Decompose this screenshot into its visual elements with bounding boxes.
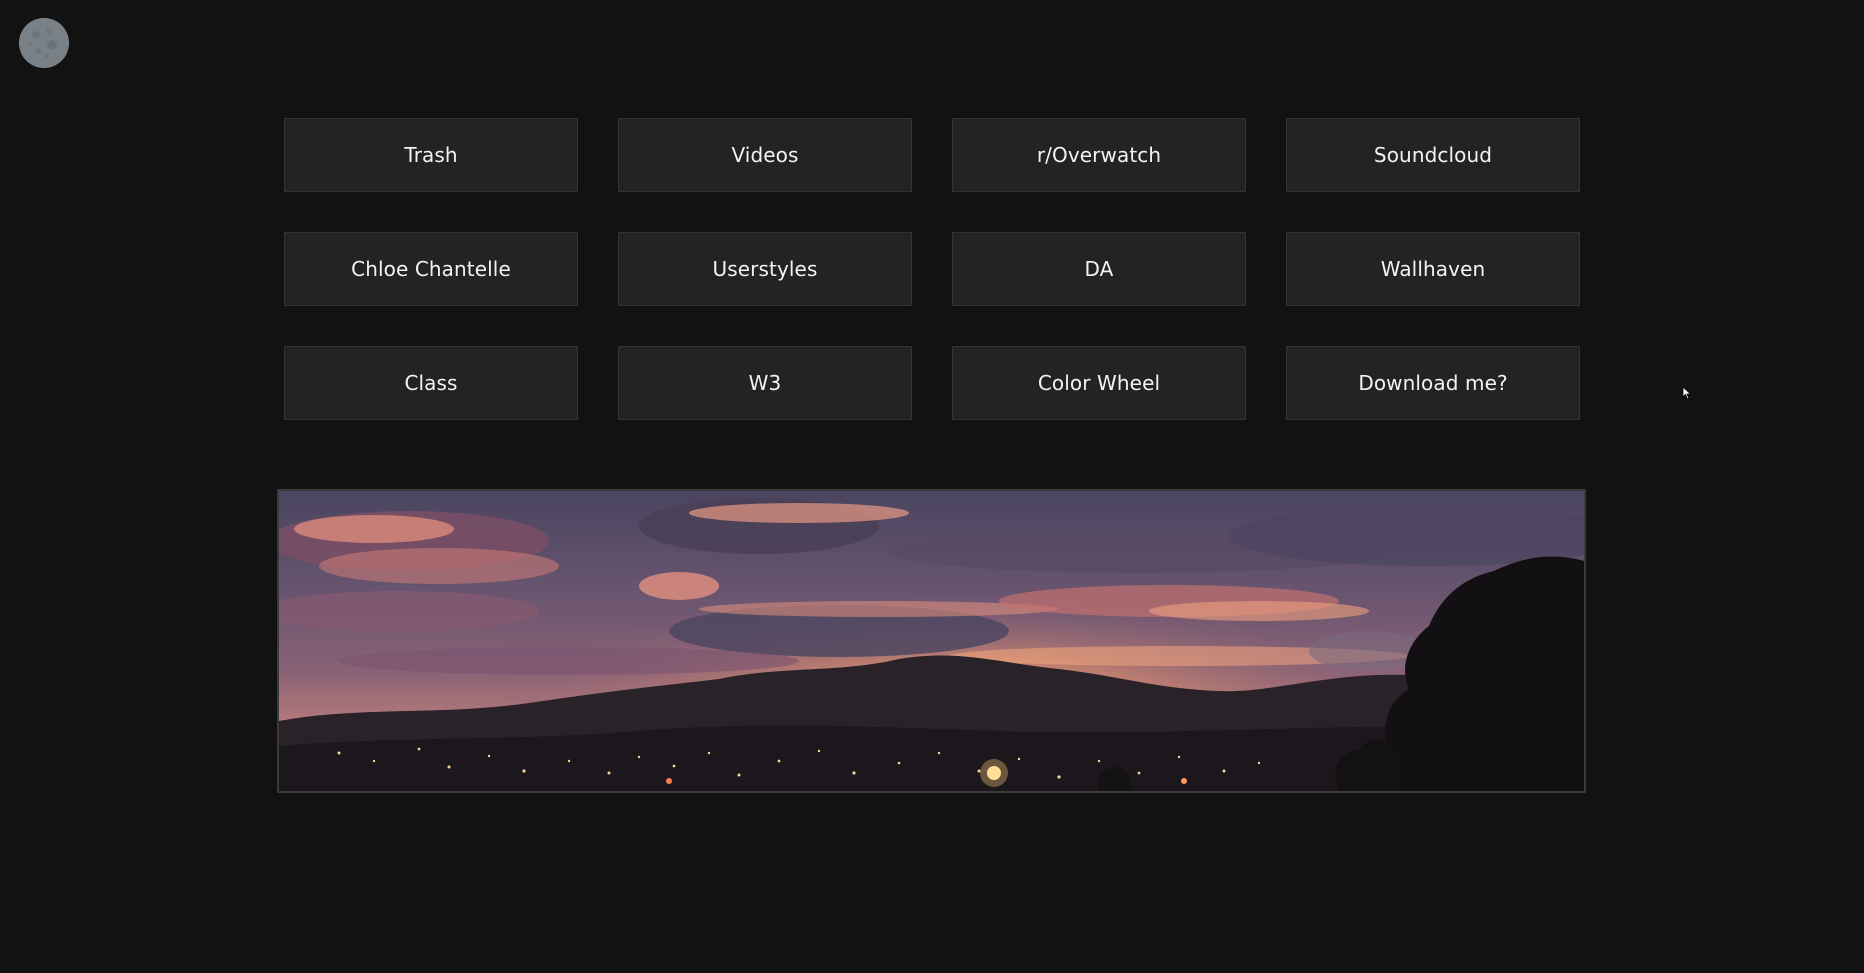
link-userstyles-button[interactable]: Userstyles bbox=[618, 232, 912, 306]
link-overwatch-button[interactable]: r/Overwatch bbox=[952, 118, 1246, 192]
sunset-cityscape-image bbox=[279, 491, 1584, 791]
link-soundcloud-button[interactable]: Soundcloud bbox=[1286, 118, 1580, 192]
link-trash-button[interactable]: Trash bbox=[284, 118, 578, 192]
link-videos-button[interactable]: Videos bbox=[618, 118, 912, 192]
moon-icon bbox=[19, 18, 69, 68]
quick-links-grid: Trash Videos r/Overwatch Soundcloud Chlo… bbox=[284, 118, 1580, 420]
link-download-me-button[interactable]: Download me? bbox=[1286, 346, 1580, 420]
avatar[interactable] bbox=[19, 18, 69, 68]
link-class-button[interactable]: Class bbox=[284, 346, 578, 420]
link-da-button[interactable]: DA bbox=[952, 232, 1246, 306]
mouse-pointer-icon bbox=[1682, 386, 1692, 400]
banner-image bbox=[277, 489, 1586, 793]
link-chloe-chantelle-button[interactable]: Chloe Chantelle bbox=[284, 232, 578, 306]
link-color-wheel-button[interactable]: Color Wheel bbox=[952, 346, 1246, 420]
link-wallhaven-button[interactable]: Wallhaven bbox=[1286, 232, 1580, 306]
link-w3-button[interactable]: W3 bbox=[618, 346, 912, 420]
